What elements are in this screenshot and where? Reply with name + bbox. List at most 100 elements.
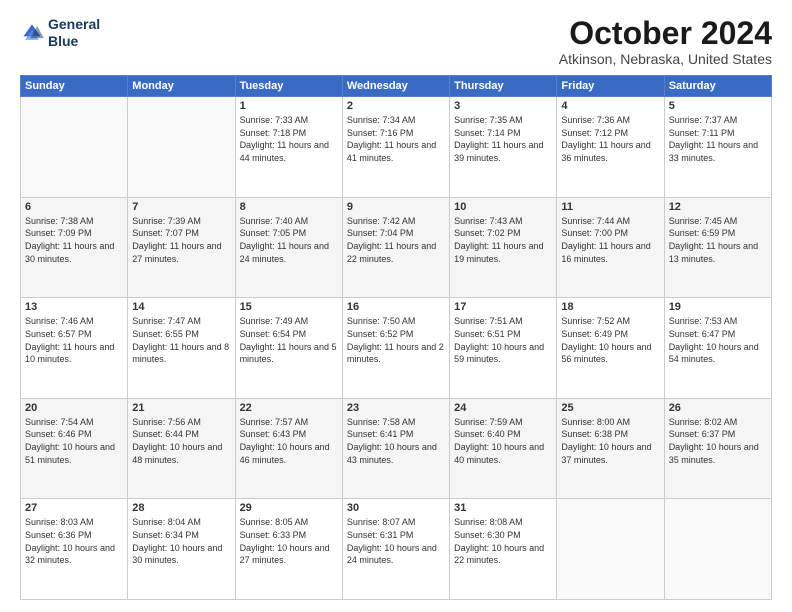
sunset-text: Sunset: 7:14 PM <box>454 127 552 140</box>
daylight-text: Daylight: 10 hours and 46 minutes. <box>240 441 338 466</box>
calendar-cell: 21 Sunrise: 7:56 AM Sunset: 6:44 PM Dayl… <box>128 398 235 499</box>
calendar-cell: 28 Sunrise: 8:04 AM Sunset: 6:34 PM Dayl… <box>128 499 235 600</box>
day-number: 15 <box>240 301 338 313</box>
calendar-week-4: 27 Sunrise: 8:03 AM Sunset: 6:36 PM Dayl… <box>21 499 772 600</box>
daylight-text: Daylight: 11 hours and 27 minutes. <box>132 240 230 265</box>
daylight-text: Daylight: 10 hours and 54 minutes. <box>669 341 767 366</box>
sunset-text: Sunset: 6:38 PM <box>561 428 659 441</box>
daylight-text: Daylight: 10 hours and 48 minutes. <box>132 441 230 466</box>
daylight-text: Daylight: 11 hours and 5 minutes. <box>240 341 338 366</box>
sunset-text: Sunset: 7:16 PM <box>347 127 445 140</box>
calendar-cell: 20 Sunrise: 7:54 AM Sunset: 6:46 PM Dayl… <box>21 398 128 499</box>
sunrise-text: Sunrise: 7:38 AM <box>25 215 123 228</box>
col-monday: Monday <box>128 76 235 97</box>
calendar-cell: 31 Sunrise: 8:08 AM Sunset: 6:30 PM Dayl… <box>450 499 557 600</box>
sunset-text: Sunset: 7:09 PM <box>25 227 123 240</box>
sunset-text: Sunset: 6:46 PM <box>25 428 123 441</box>
sunset-text: Sunset: 7:02 PM <box>454 227 552 240</box>
day-number: 22 <box>240 402 338 414</box>
cell-info: Sunrise: 8:02 AM Sunset: 6:37 PM Dayligh… <box>669 416 767 466</box>
day-number: 26 <box>669 402 767 414</box>
daylight-text: Daylight: 11 hours and 8 minutes. <box>132 341 230 366</box>
cell-info: Sunrise: 7:53 AM Sunset: 6:47 PM Dayligh… <box>669 315 767 365</box>
header: General Blue October 2024 Atkinson, Nebr… <box>20 16 772 67</box>
cell-info: Sunrise: 7:59 AM Sunset: 6:40 PM Dayligh… <box>454 416 552 466</box>
sunset-text: Sunset: 6:51 PM <box>454 328 552 341</box>
sunset-text: Sunset: 7:05 PM <box>240 227 338 240</box>
col-sunday: Sunday <box>21 76 128 97</box>
calendar-cell: 23 Sunrise: 7:58 AM Sunset: 6:41 PM Dayl… <box>342 398 449 499</box>
calendar-cell: 27 Sunrise: 8:03 AM Sunset: 6:36 PM Dayl… <box>21 499 128 600</box>
calendar-cell <box>664 499 771 600</box>
daylight-text: Daylight: 11 hours and 41 minutes. <box>347 139 445 164</box>
daylight-text: Daylight: 10 hours and 43 minutes. <box>347 441 445 466</box>
logo-line2: Blue <box>48 33 100 50</box>
cell-info: Sunrise: 8:05 AM Sunset: 6:33 PM Dayligh… <box>240 516 338 566</box>
calendar-cell: 16 Sunrise: 7:50 AM Sunset: 6:52 PM Dayl… <box>342 298 449 399</box>
cell-info: Sunrise: 7:57 AM Sunset: 6:43 PM Dayligh… <box>240 416 338 466</box>
sunrise-text: Sunrise: 7:51 AM <box>454 315 552 328</box>
sunrise-text: Sunrise: 8:05 AM <box>240 516 338 529</box>
cell-info: Sunrise: 7:52 AM Sunset: 6:49 PM Dayligh… <box>561 315 659 365</box>
calendar-cell: 8 Sunrise: 7:40 AM Sunset: 7:05 PM Dayli… <box>235 197 342 298</box>
header-row: Sunday Monday Tuesday Wednesday Thursday… <box>21 76 772 97</box>
title-block: October 2024 Atkinson, Nebraska, United … <box>559 16 772 67</box>
calendar-cell: 25 Sunrise: 8:00 AM Sunset: 6:38 PM Dayl… <box>557 398 664 499</box>
day-number: 13 <box>25 301 123 313</box>
sunrise-text: Sunrise: 8:03 AM <box>25 516 123 529</box>
calendar-cell: 15 Sunrise: 7:49 AM Sunset: 6:54 PM Dayl… <box>235 298 342 399</box>
daylight-text: Daylight: 11 hours and 2 minutes. <box>347 341 445 366</box>
daylight-text: Daylight: 11 hours and 33 minutes. <box>669 139 767 164</box>
day-number: 18 <box>561 301 659 313</box>
sunset-text: Sunset: 6:30 PM <box>454 529 552 542</box>
cell-info: Sunrise: 8:07 AM Sunset: 6:31 PM Dayligh… <box>347 516 445 566</box>
daylight-text: Daylight: 11 hours and 10 minutes. <box>25 341 123 366</box>
sunset-text: Sunset: 6:36 PM <box>25 529 123 542</box>
calendar-cell: 5 Sunrise: 7:37 AM Sunset: 7:11 PM Dayli… <box>664 97 771 198</box>
calendar-page: General Blue October 2024 Atkinson, Nebr… <box>0 0 792 612</box>
calendar-cell: 11 Sunrise: 7:44 AM Sunset: 7:00 PM Dayl… <box>557 197 664 298</box>
sunset-text: Sunset: 6:52 PM <box>347 328 445 341</box>
day-number: 8 <box>240 201 338 213</box>
daylight-text: Daylight: 10 hours and 30 minutes. <box>132 542 230 567</box>
day-number: 1 <box>240 100 338 112</box>
sunrise-text: Sunrise: 7:34 AM <box>347 114 445 127</box>
calendar-table: Sunday Monday Tuesday Wednesday Thursday… <box>20 75 772 600</box>
sunset-text: Sunset: 7:18 PM <box>240 127 338 140</box>
day-number: 4 <box>561 100 659 112</box>
day-number: 28 <box>132 502 230 514</box>
day-number: 25 <box>561 402 659 414</box>
day-number: 9 <box>347 201 445 213</box>
sunset-text: Sunset: 6:49 PM <box>561 328 659 341</box>
day-number: 12 <box>669 201 767 213</box>
location: Atkinson, Nebraska, United States <box>559 51 772 67</box>
col-thursday: Thursday <box>450 76 557 97</box>
sunrise-text: Sunrise: 7:47 AM <box>132 315 230 328</box>
day-number: 6 <box>25 201 123 213</box>
logo-icon <box>20 21 44 45</box>
daylight-text: Daylight: 11 hours and 13 minutes. <box>669 240 767 265</box>
sunrise-text: Sunrise: 8:00 AM <box>561 416 659 429</box>
cell-info: Sunrise: 7:43 AM Sunset: 7:02 PM Dayligh… <box>454 215 552 265</box>
sunset-text: Sunset: 6:41 PM <box>347 428 445 441</box>
sunset-text: Sunset: 7:04 PM <box>347 227 445 240</box>
calendar-cell: 6 Sunrise: 7:38 AM Sunset: 7:09 PM Dayli… <box>21 197 128 298</box>
day-number: 24 <box>454 402 552 414</box>
sunset-text: Sunset: 6:37 PM <box>669 428 767 441</box>
cell-info: Sunrise: 7:45 AM Sunset: 6:59 PM Dayligh… <box>669 215 767 265</box>
calendar-cell: 17 Sunrise: 7:51 AM Sunset: 6:51 PM Dayl… <box>450 298 557 399</box>
cell-info: Sunrise: 7:47 AM Sunset: 6:55 PM Dayligh… <box>132 315 230 365</box>
day-number: 2 <box>347 100 445 112</box>
day-number: 20 <box>25 402 123 414</box>
calendar-cell: 29 Sunrise: 8:05 AM Sunset: 6:33 PM Dayl… <box>235 499 342 600</box>
sunrise-text: Sunrise: 8:07 AM <box>347 516 445 529</box>
calendar-cell: 22 Sunrise: 7:57 AM Sunset: 6:43 PM Dayl… <box>235 398 342 499</box>
daylight-text: Daylight: 10 hours and 35 minutes. <box>669 441 767 466</box>
sunrise-text: Sunrise: 8:08 AM <box>454 516 552 529</box>
cell-info: Sunrise: 7:42 AM Sunset: 7:04 PM Dayligh… <box>347 215 445 265</box>
calendar-cell: 9 Sunrise: 7:42 AM Sunset: 7:04 PM Dayli… <box>342 197 449 298</box>
col-saturday: Saturday <box>664 76 771 97</box>
sunset-text: Sunset: 6:43 PM <box>240 428 338 441</box>
calendar-cell: 30 Sunrise: 8:07 AM Sunset: 6:31 PM Dayl… <box>342 499 449 600</box>
daylight-text: Daylight: 11 hours and 19 minutes. <box>454 240 552 265</box>
